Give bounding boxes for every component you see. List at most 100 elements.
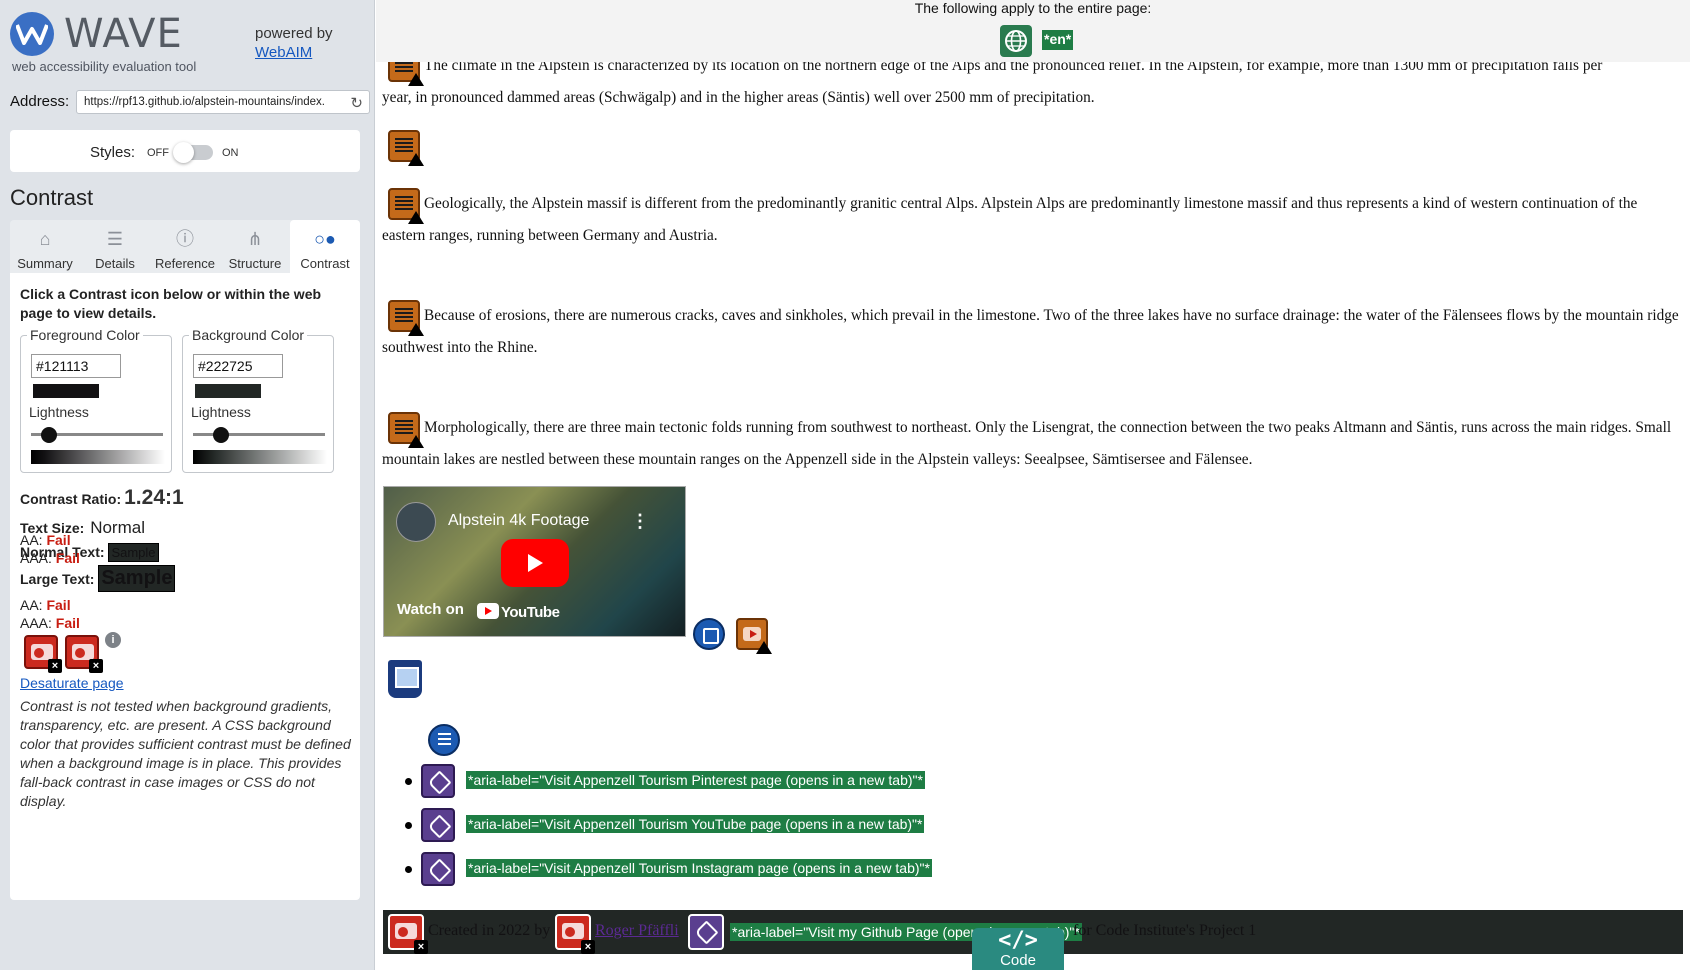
large-text-row: Large Text: Sample [20, 565, 176, 592]
page-wide-banner: The following apply to the entire page: … [376, 0, 1690, 62]
foreground-gradient [31, 450, 165, 464]
paragraph: Because of erosions, there are numerous … [382, 300, 1684, 364]
styles-toggle[interactable] [173, 142, 213, 163]
info-icon[interactable]: i [105, 632, 121, 648]
paragraph: Morphologically, there are three main te… [382, 412, 1684, 476]
contrast-error-icon[interactable]: × [555, 914, 595, 954]
contrast-warning-icon[interactable] [388, 412, 424, 470]
background-gradient [193, 450, 327, 464]
paragraph-text: Morphologically, there are three main te… [382, 419, 1672, 469]
tab-structure[interactable]: ⋔ Structure [220, 220, 290, 273]
footer-created-text: Created in 2022 by [428, 922, 551, 939]
unordered-list-icon[interactable] [428, 724, 460, 756]
address-bar: Address: https://rpf13.github.io/alpstei… [10, 90, 370, 114]
more-icon[interactable]: ⋮ [631, 511, 649, 532]
aria-label-tag[interactable]: *aria-label="Visit Appenzell Tourism You… [466, 815, 925, 833]
wave-logo[interactable]: WAVE web accessibility evaluation tool [10, 12, 210, 74]
play-button[interactable] [501, 539, 569, 587]
normal-aaa-result: AAA: Fail [20, 550, 80, 566]
powered-by: powered by WebAIM [255, 24, 333, 62]
contrast-instructions: Click a Contrast icon below or within th… [20, 286, 322, 321]
contrast-error-icon[interactable]: × [388, 914, 428, 954]
contrast-error-icon[interactable]: × [24, 635, 62, 673]
tab-label: Contrast [300, 256, 350, 271]
wave-tagline: web accessibility evaluation tool [12, 59, 197, 74]
foreground-swatch [33, 384, 99, 398]
ratio-label: Contrast Ratio: [20, 491, 122, 507]
tab-reference[interactable]: ⓘ Reference [150, 220, 220, 273]
aa-label: AA: [20, 532, 43, 548]
watch-on-label[interactable]: Watch on [397, 601, 464, 618]
tab-label: Reference [155, 256, 215, 271]
evaluated-page: The following apply to the entire page: … [376, 0, 1690, 970]
wave-logo-icon [10, 12, 54, 56]
contrast-error-icon[interactable]: × [65, 635, 103, 673]
code-panel-toggle[interactable]: </> Code [972, 928, 1064, 970]
text-size-value: Normal [90, 518, 145, 537]
iframe-icon[interactable] [693, 618, 725, 650]
video-title[interactable]: Alpstein 4k Footage [448, 512, 589, 530]
aria-label-tag[interactable]: *aria-label="Visit Appenzell Tourism Ins… [466, 859, 932, 877]
panel-title: Contrast [10, 185, 94, 210]
normal-aa-result: AA: Fail [20, 532, 71, 548]
large-text-sample: Sample [98, 565, 176, 592]
channel-avatar[interactable] [396, 502, 436, 542]
footer-suffix-text: for Code Institute's Project 1 [1073, 922, 1257, 939]
aria-label-icon[interactable] [421, 852, 455, 886]
background-lightness-slider[interactable] [213, 427, 229, 443]
aria-label-icon[interactable] [421, 764, 455, 798]
aa-label: AA: [20, 597, 43, 613]
foreground-input[interactable] [31, 354, 121, 378]
aria-label-icon[interactable] [688, 914, 724, 950]
hierarchy-icon: ⋔ [247, 229, 263, 249]
footer-landmark-icon[interactable] [388, 660, 422, 698]
banner-text: The following apply to the entire page: [914, 0, 1152, 16]
tab-label: Structure [228, 256, 282, 271]
large-aaa-fail: Fail [55, 615, 80, 631]
styles-label: Styles: [90, 144, 136, 161]
tab-details[interactable]: ☰ Details [80, 220, 150, 273]
author-link[interactable]: Roger Pfäffli [595, 922, 679, 940]
reload-icon[interactable]: ↻ [350, 94, 363, 112]
tab-contrast[interactable]: ○● Contrast [290, 220, 360, 273]
ratio-value: 1.24:1 [124, 486, 184, 509]
paragraph-text: Because of erosions, there are numerous … [382, 307, 1679, 357]
language-globe-icon[interactable] [1000, 25, 1032, 57]
contrast-warning-icon[interactable] [388, 130, 424, 188]
aria-label-icon[interactable] [421, 808, 455, 842]
contrast-warning-icon[interactable] [388, 188, 424, 246]
desaturate-page-link[interactable]: Desaturate page [20, 675, 124, 691]
address-input[interactable]: https://rpf13.github.io/alpstein-mountai… [76, 90, 370, 114]
contrast-panel: Click a Contrast icon below or within th… [10, 273, 360, 900]
tab-summary[interactable]: ⌂ Summary [10, 220, 80, 273]
address-value: https://rpf13.github.io/alpstein-mountai… [84, 96, 326, 108]
foreground-lightness-label: Lightness [29, 404, 89, 420]
contrast-note: Contrast is not tested when background g… [20, 698, 351, 809]
youtube-embed[interactable]: Alpstein 4k Footage ⋮ Watch on YouTube [383, 486, 686, 637]
list-icon: ☰ [106, 229, 124, 249]
large-text-label: Large Text: [20, 571, 95, 587]
background-legend: Background Color [189, 327, 308, 343]
youtube-logo[interactable]: YouTube [477, 603, 560, 621]
background-color-box: Background Color Lightness [182, 327, 334, 473]
styles-toggle-box: Styles: OFF ON [10, 130, 360, 172]
aria-label-tag[interactable]: *aria-label="Visit Appenzell Tourism Pin… [466, 771, 925, 789]
wave-logo-text: WAVE [64, 11, 183, 57]
foreground-lightness-slider[interactable] [41, 427, 57, 443]
background-swatch [195, 384, 261, 398]
foreground-legend: Foreground Color [27, 327, 143, 343]
paragraph-text: year, in pronounced dammed areas (Schwäg… [382, 89, 1095, 107]
webaim-link[interactable]: WebAIM [255, 43, 333, 62]
info-icon: ⓘ [176, 229, 194, 249]
youtube-video-warning-icon[interactable] [736, 618, 772, 654]
large-aa-fail: Fail [46, 597, 71, 613]
background-input[interactable] [193, 354, 283, 378]
tab-label: Summary [17, 256, 73, 271]
normal-aa-fail: Fail [46, 532, 71, 548]
normal-text-sample: Sample [108, 543, 159, 562]
toggle-knob[interactable] [173, 142, 194, 163]
language-tag[interactable]: *en* [1042, 30, 1074, 50]
paragraph: Geologically, the Alpstein massif is dif… [382, 188, 1684, 252]
contrast-warning-icon[interactable] [388, 300, 424, 358]
paragraph-text: Geologically, the Alpstein massif is dif… [382, 195, 1638, 245]
